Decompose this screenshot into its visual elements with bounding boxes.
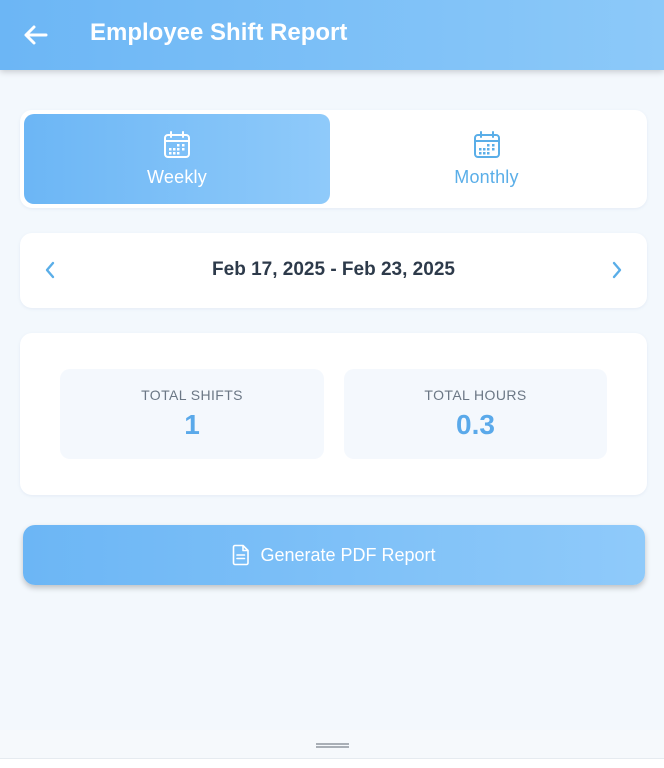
stats-card: TOTAL SHIFTS 1 TOTAL HOURS 0.3 — [20, 333, 647, 495]
document-icon — [233, 544, 250, 566]
bottom-divider — [0, 758, 664, 768]
date-range-selector: Feb 17, 2025 - Feb 23, 2025 — [20, 233, 647, 308]
calendar-icon — [164, 130, 190, 158]
arrow-left-icon — [24, 25, 48, 45]
calendar-icon — [473, 130, 500, 158]
period-toggle: Weekly Monthly — [20, 110, 647, 208]
total-hours-stat: TOTAL HOURS 0.3 — [344, 369, 607, 459]
total-shifts-stat: TOTAL SHIFTS 1 — [60, 369, 324, 459]
next-period-button[interactable] — [605, 257, 629, 283]
page-title: Employee Shift Report — [90, 19, 348, 46]
total-shifts-value: 1 — [184, 409, 200, 440]
tab-monthly-label: Monthly — [454, 166, 519, 187]
generate-pdf-button[interactable]: Generate PDF Report — [23, 525, 645, 585]
date-range-text: Feb 17, 2025 - Feb 23, 2025 — [212, 259, 455, 280]
total-shifts-label: TOTAL SHIFTS — [141, 387, 243, 403]
app-bar: Employee Shift Report — [0, 0, 664, 70]
back-button[interactable] — [20, 21, 50, 49]
total-hours-value: 0.3 — [456, 409, 495, 440]
total-hours-label: TOTAL HOURS — [424, 387, 527, 403]
generate-pdf-label: Generate PDF Report — [260, 544, 436, 565]
chevron-right-icon — [612, 261, 622, 279]
tab-monthly[interactable]: Monthly — [330, 114, 643, 204]
tab-weekly[interactable]: Weekly — [24, 114, 330, 204]
drag-handle[interactable] — [316, 743, 349, 748]
tab-weekly-label: Weekly — [147, 166, 207, 187]
